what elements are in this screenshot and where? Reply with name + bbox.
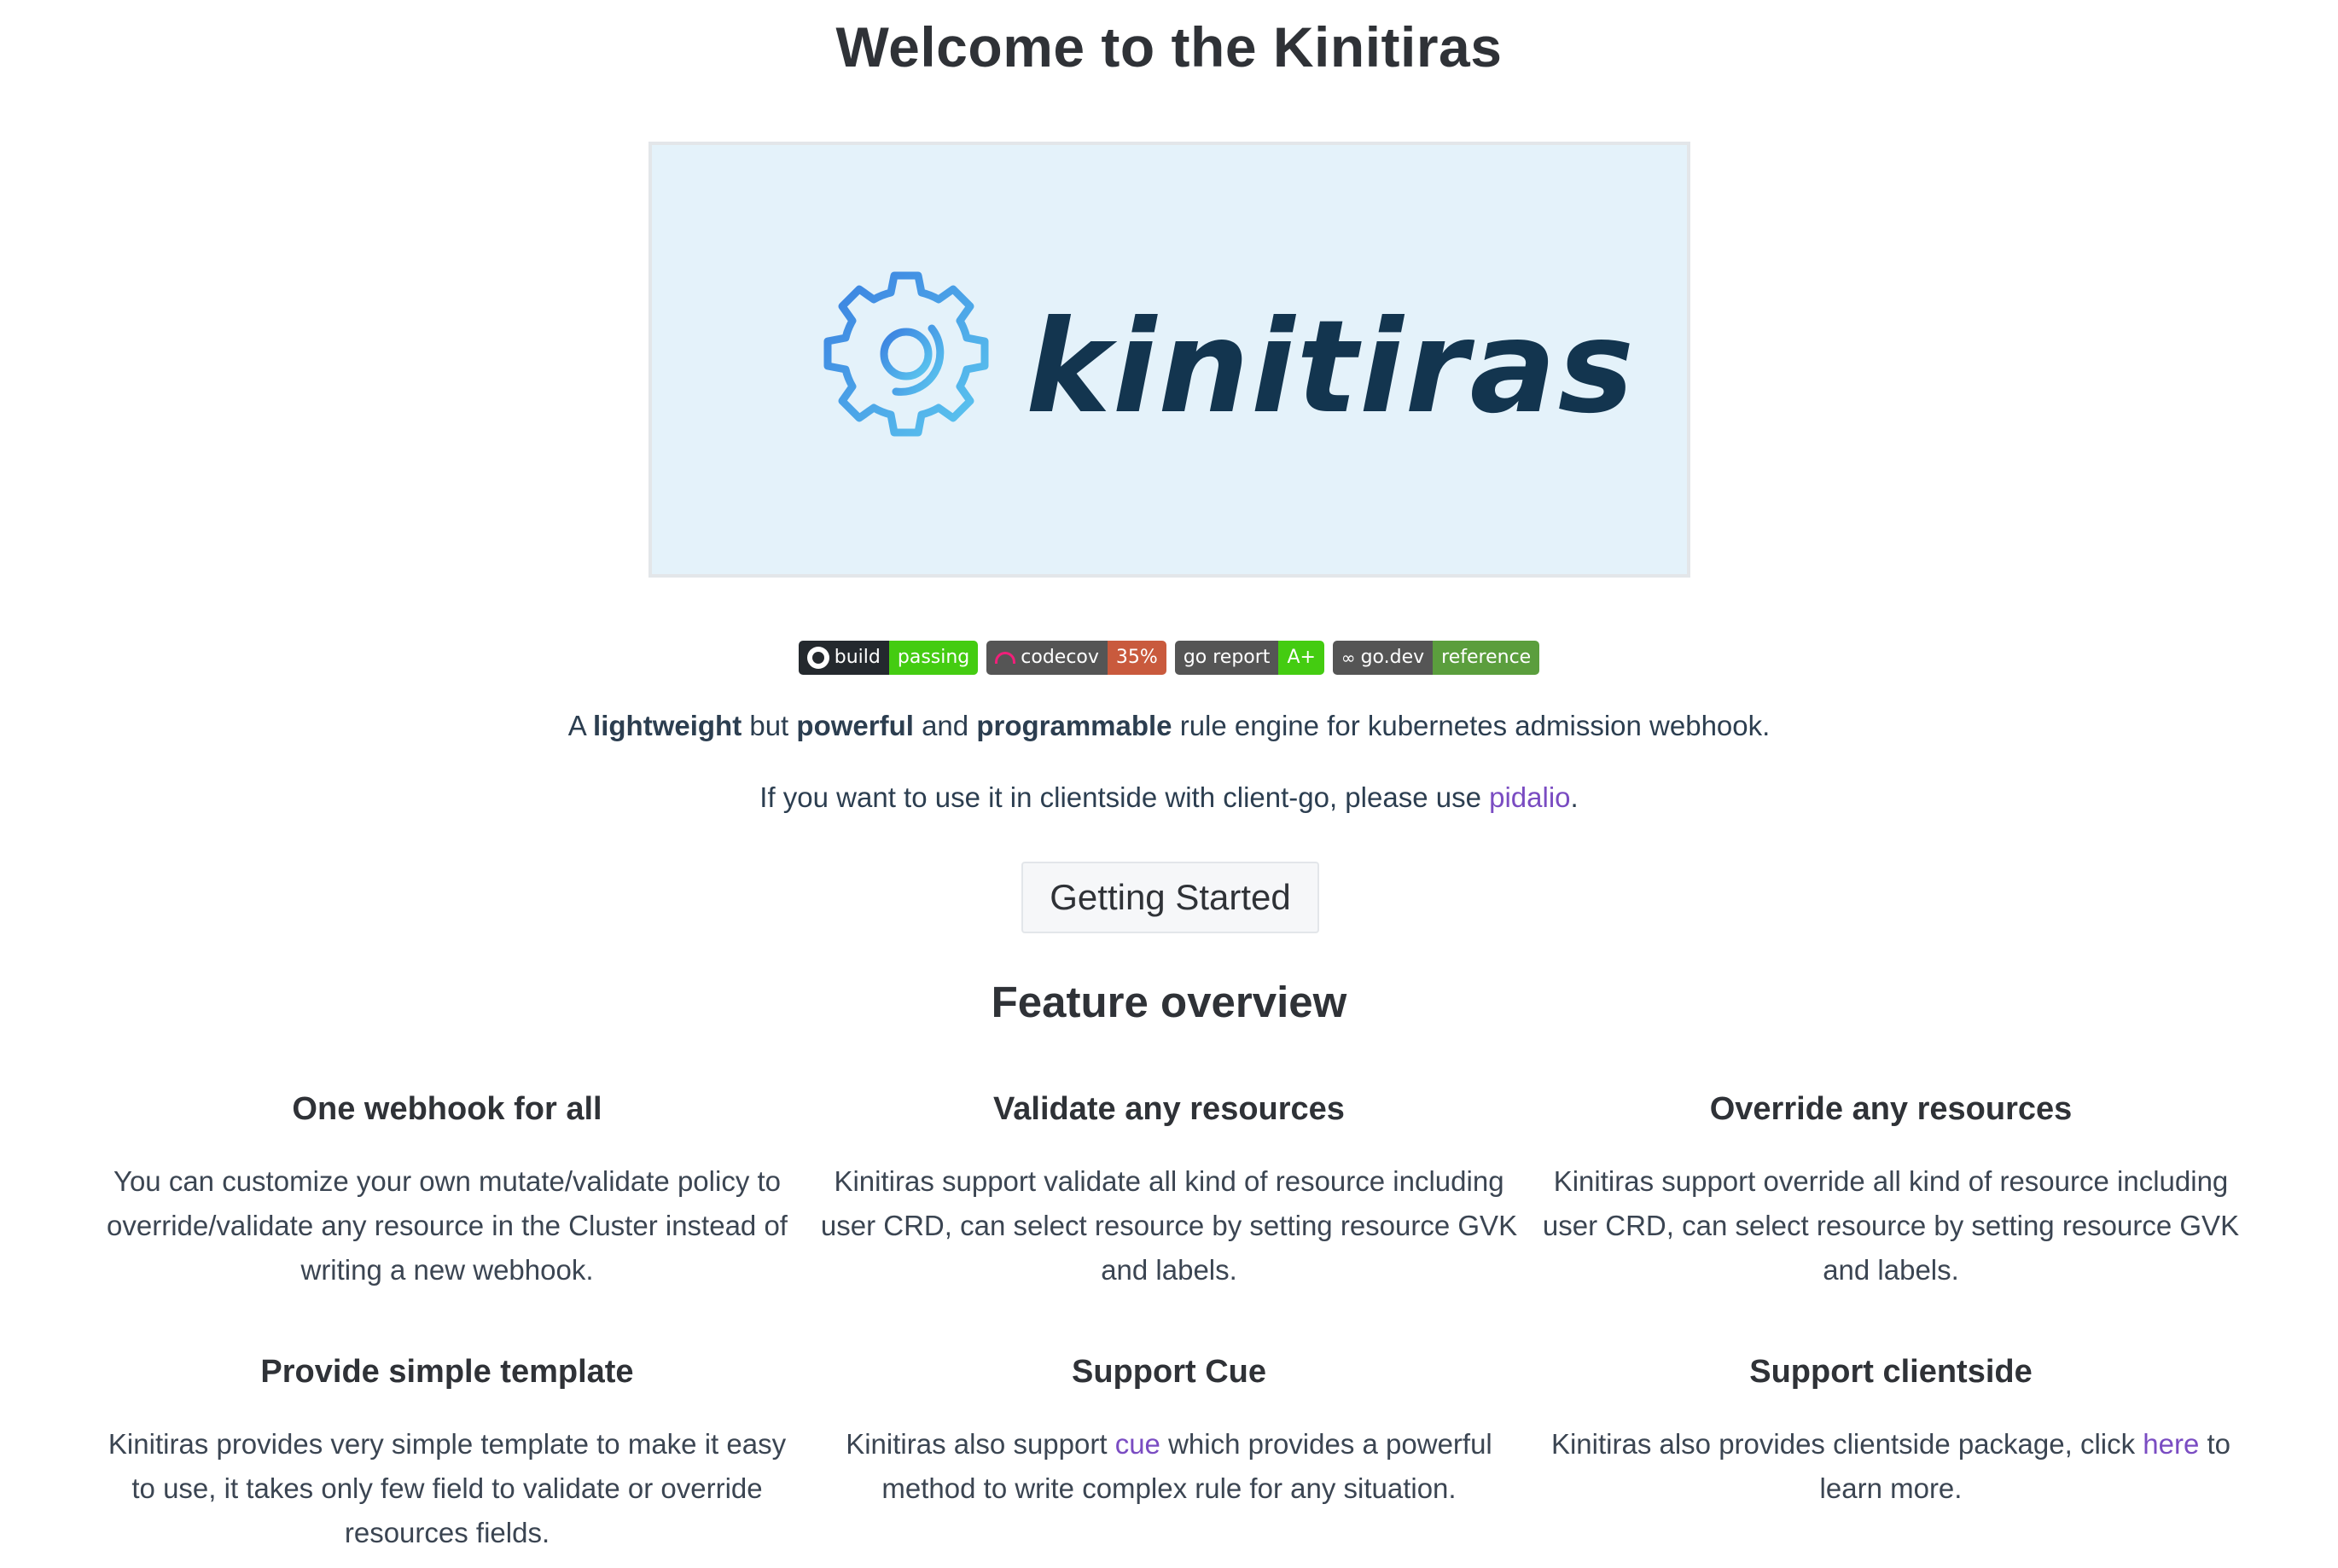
badge-label: codecov xyxy=(1021,647,1099,668)
kinitiras-logo: kinitiras xyxy=(823,271,1636,442)
build-badge[interactable]: build passing xyxy=(798,641,979,675)
feature-text: You can customize your own mutate/valida… xyxy=(107,1165,788,1286)
feature-title: Support Cue xyxy=(1072,1354,1266,1390)
badge-row: build passing codecov 35% go report A+ ∞… xyxy=(0,641,2338,675)
feature-card: Validate any resources Kinitiras support… xyxy=(819,1088,1519,1292)
feature-overview-heading: Feature overview xyxy=(991,978,1347,1026)
badge-value: A+ xyxy=(1278,641,1324,675)
intro-text: A lightweight but powerful and programma… xyxy=(567,710,1771,741)
badge-value: passing xyxy=(888,641,979,675)
feature-title: Support clientside xyxy=(1749,1354,2033,1390)
feature-card: Support Cue Kinitiras also support cue w… xyxy=(819,1350,1519,1511)
badge-value: 35% xyxy=(1107,641,1166,675)
intro-bold-programmable: programmable xyxy=(976,710,1172,741)
cue-link[interactable]: cue xyxy=(1115,1428,1160,1460)
clientside-note: If you want to use it in clientside with… xyxy=(759,781,1579,813)
feature-text: Kinitiras also support cue which provide… xyxy=(846,1428,1492,1504)
go-report-badge[interactable]: go report A+ xyxy=(1174,641,1324,675)
badge-label: go report xyxy=(1174,641,1279,675)
feature-title: Validate any resources xyxy=(993,1091,1345,1127)
feature-title: Override any resources xyxy=(1709,1091,2073,1127)
go-icon: ∞ xyxy=(1341,648,1356,668)
badge-label: go.dev xyxy=(1360,647,1425,668)
intro-bold-lightweight: lightweight xyxy=(593,710,742,741)
umbrella-icon xyxy=(995,652,1016,664)
feature-card: Provide simple template Kinitiras provid… xyxy=(97,1350,797,1555)
badge-value: reference xyxy=(1433,641,1540,675)
feature-text: Kinitiras support validate all kind of r… xyxy=(820,1165,1518,1286)
feature-text: Kinitiras also provides clientside packa… xyxy=(1550,1428,2231,1504)
codecov-badge[interactable]: codecov 35% xyxy=(986,641,1166,675)
intro-bold-powerful: powerful xyxy=(796,710,914,741)
page: Welcome to the Kinitiras kinitiras build… xyxy=(0,0,2338,1568)
logo-wordmark: kinitiras xyxy=(1026,293,1636,442)
gear-icon xyxy=(823,271,989,437)
feature-card: Support clientside Kinitiras also provid… xyxy=(1541,1350,2241,1511)
github-icon xyxy=(806,647,829,669)
badge-label: build xyxy=(834,647,881,668)
here-link[interactable]: here xyxy=(2143,1428,2199,1460)
feature-card: One webhook for all You can customize yo… xyxy=(97,1088,797,1292)
hero-logo-banner: kinitiras xyxy=(648,142,1690,578)
go-dev-badge[interactable]: ∞ go.dev reference xyxy=(1332,641,1540,675)
page-title: Welcome to the Kinitiras xyxy=(835,15,1503,78)
pidalio-link[interactable]: pidalio xyxy=(1489,781,1570,813)
feature-title: Provide simple template xyxy=(260,1354,634,1390)
feature-title: One webhook for all xyxy=(292,1091,602,1127)
feature-text: Kinitiras support override all kind of r… xyxy=(1542,1165,2240,1286)
feature-text: Kinitiras provides very simple template … xyxy=(108,1428,787,1548)
feature-card: Override any resources Kinitiras support… xyxy=(1541,1088,2241,1292)
getting-started-button[interactable]: Getting Started xyxy=(1021,862,1319,933)
